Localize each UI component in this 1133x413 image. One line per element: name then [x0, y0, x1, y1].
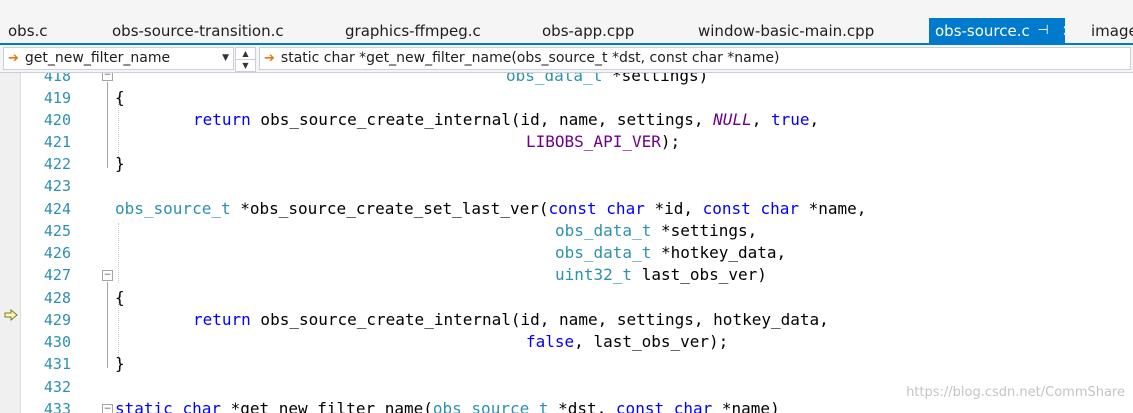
navigation-bar: ➔ get_new_filter_name ▼ ▲ ▼ ➔ static char … [0, 45, 1133, 73]
code-line: obs_data_t *settings, [555, 221, 758, 240]
line-number: 430 [43, 333, 71, 351]
line-number: 426 [43, 244, 71, 262]
indicator-margin [0, 73, 20, 413]
close-icon[interactable]: ✕ [1060, 18, 1065, 44]
pin-icon[interactable]: ⊣ [1035, 18, 1051, 44]
code-line: return obs_source_create_internal(id, na… [193, 110, 820, 129]
execution-arrow-icon [4, 309, 18, 321]
code-editor[interactable]: − − − 418 419 420 421 422 423 424 425 42… [0, 73, 1133, 413]
code-line: obs_source_t *obs_source_create_set_last… [115, 199, 867, 218]
scope-dropdown-value: get_new_filter_name [24, 50, 171, 66]
code-line: } [115, 154, 125, 173]
code-line: obs_data_t *hotkey_data, [555, 243, 787, 262]
nav-spinner[interactable]: ▲ ▼ [235, 47, 256, 72]
line-number: 431 [43, 355, 71, 373]
indent-guide [118, 223, 119, 283]
fold-toggle-icon[interactable]: − [102, 270, 113, 281]
line-number: 425 [43, 222, 71, 240]
code-line: false, last_obs_ver); [526, 332, 729, 351]
line-number: 422 [43, 155, 71, 173]
watermark: https://blog.csdn.net/CommShare [906, 385, 1125, 400]
line-number: 419 [43, 89, 71, 107]
arrow-right-icon: ➔ [8, 51, 19, 66]
line-number: 420 [43, 111, 71, 129]
arrow-right-icon: ➔ [264, 51, 275, 66]
line-number: 424 [43, 200, 71, 218]
fold-toggle-icon[interactable]: − [102, 404, 113, 413]
margin-divider [20, 73, 21, 413]
code-line: obs_data_t *settings) [506, 73, 709, 85]
line-number: 428 [43, 289, 71, 307]
tab-obs-source-c-label: obs-source.c [935, 22, 1030, 40]
chevron-up-icon[interactable]: ▲ [236, 48, 255, 60]
code-line: { [115, 288, 125, 307]
member-dropdown-value: static char *get_new_filter_name(obs_sou… [280, 50, 780, 66]
code-line: uint32_t last_obs_ver) [555, 265, 767, 284]
line-number: 421 [43, 133, 71, 151]
chevron-down-icon[interactable]: ▼ [236, 60, 255, 71]
fold-toggle-icon[interactable]: − [102, 73, 113, 81]
document-tab-strip: obs.c obs-source-transition.c graphics-f… [0, 0, 1133, 45]
fold-region-line [107, 82, 108, 168]
chevron-down-icon: ▼ [222, 53, 229, 63]
tab-obs-source-transition-c[interactable]: obs-source-transition.c [112, 18, 322, 44]
line-number: 432 [43, 378, 71, 396]
tab-obs-source-c[interactable]: obs-source.c ⊣ ✕ [929, 18, 1065, 44]
scope-dropdown[interactable]: ➔ get_new_filter_name ▼ [3, 47, 234, 70]
tab-graphics-ffmpeg-c[interactable]: graphics-ffmpeg.c [345, 18, 515, 44]
line-number: 429 [43, 311, 71, 329]
member-dropdown[interactable]: ➔ static char *get_new_filter_name(obs_so… [259, 47, 1131, 70]
tab-window-basic-main-cpp[interactable]: window-basic-main.cpp [698, 18, 913, 44]
line-number: 423 [43, 177, 71, 195]
tab-obs-app-cpp[interactable]: obs-app.cpp [542, 18, 672, 44]
code-line: static char *get_new_filter_name(obs_sou… [115, 399, 780, 413]
tab-obs-c[interactable]: obs.c [8, 18, 98, 44]
line-number: 433 [43, 400, 71, 413]
code-line: return obs_source_create_internal(id, na… [193, 310, 829, 329]
code-line: { [115, 88, 125, 107]
code-line: LIBOBS_API_VER); [526, 132, 681, 151]
fold-region-line [107, 282, 108, 368]
tab-image[interactable]: image [1091, 18, 1133, 44]
line-number: 427 [43, 266, 71, 284]
code-line: } [115, 354, 125, 373]
line-number: 418 [43, 73, 71, 85]
